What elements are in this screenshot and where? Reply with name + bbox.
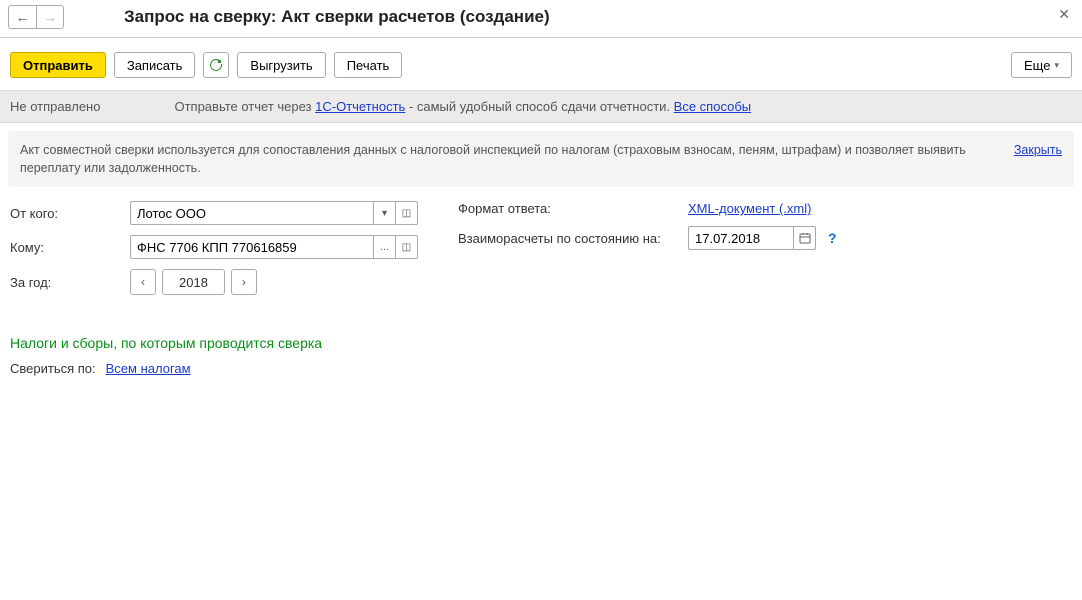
nav-back-button[interactable]: ← xyxy=(8,5,36,29)
form-col-right: Формат ответа: XML-документ (.xml) Взаим… xyxy=(458,201,837,305)
year-value[interactable]: 2018 xyxy=(162,269,225,295)
to-input[interactable] xyxy=(130,235,374,259)
year-nav: ‹ 2018 › xyxy=(130,269,257,295)
status-state: Не отправлено xyxy=(10,99,100,114)
chevron-down-icon: ▾ xyxy=(382,208,387,219)
from-row: От кого: ▾ ◫ xyxy=(10,201,418,225)
ellipsis-icon: … xyxy=(380,242,390,253)
more-button[interactable]: Еще xyxy=(1011,52,1072,78)
window-title: Запрос на сверку: Акт сверки расчетов (с… xyxy=(124,7,550,27)
format-link[interactable]: XML-документ (.xml) xyxy=(688,201,811,216)
to-input-wrap: … ◫ xyxy=(130,235,418,259)
upload-button[interactable]: Выгрузить xyxy=(237,52,325,78)
arrow-right-icon: → xyxy=(43,9,57,25)
year-row: За год: ‹ 2018 › xyxy=(10,269,418,295)
nav-forward-button[interactable]: → xyxy=(36,5,64,29)
to-open-button[interactable]: ◫ xyxy=(396,235,418,259)
filter-label: Свериться по: xyxy=(10,361,96,376)
chevron-right-icon: › xyxy=(242,275,246,289)
year-prev-button[interactable]: ‹ xyxy=(130,269,156,295)
to-label: Кому: xyxy=(10,240,130,255)
send-button[interactable]: Отправить xyxy=(10,52,106,78)
form-area: От кого: ▾ ◫ Кому: … ◫ За год: ‹ 2018 › xyxy=(0,187,1082,319)
print-button[interactable]: Печать xyxy=(334,52,403,78)
from-dropdown-button[interactable]: ▾ xyxy=(374,201,396,225)
to-row: Кому: … ◫ xyxy=(10,235,418,259)
open-icon: ◫ xyxy=(402,208,411,219)
to-select-button[interactable]: … xyxy=(374,235,396,259)
help-icon[interactable]: ? xyxy=(828,230,837,246)
refresh-icon xyxy=(209,58,223,72)
section-title: Налоги и сборы, по которым проводится св… xyxy=(0,319,1082,361)
calendar-icon xyxy=(799,232,811,244)
from-label: От кого: xyxy=(10,206,130,221)
reporting-link[interactable]: 1С-Отчетность xyxy=(315,99,405,114)
save-button[interactable]: Записать xyxy=(114,52,196,78)
from-input-wrap: ▾ ◫ xyxy=(130,201,418,225)
filter-row: Свериться по: Всем налогам xyxy=(0,361,1082,376)
window-header: ← → Запрос на сверку: Акт сверки расчето… xyxy=(0,0,1082,38)
banner-close-link[interactable]: Закрыть xyxy=(994,141,1062,159)
format-label: Формат ответа: xyxy=(458,201,688,216)
all-methods-link[interactable]: Все способы xyxy=(674,99,751,114)
date-label: Взаиморасчеты по состоянию на: xyxy=(458,231,688,246)
date-row: Взаиморасчеты по состоянию на: ? xyxy=(458,226,837,250)
status-bar: Не отправлено Отправьте отчет через 1С-О… xyxy=(0,90,1082,123)
form-col-left: От кого: ▾ ◫ Кому: … ◫ За год: ‹ 2018 › xyxy=(10,201,418,305)
year-label: За год: xyxy=(10,275,130,290)
nav-buttons: ← → xyxy=(8,5,64,29)
chevron-left-icon: ‹ xyxy=(141,275,145,289)
refresh-button[interactable] xyxy=(203,52,229,78)
info-banner: Акт совместной сверки используется для с… xyxy=(8,131,1074,187)
close-icon[interactable]: ✕ xyxy=(1058,6,1070,23)
banner-text: Акт совместной сверки используется для с… xyxy=(20,141,994,177)
status-text: Отправьте отчет через 1С-Отчетность - са… xyxy=(174,99,751,114)
date-input[interactable] xyxy=(688,226,794,250)
toolbar: Отправить Записать Выгрузить Печать Еще xyxy=(0,38,1082,90)
format-row: Формат ответа: XML-документ (.xml) xyxy=(458,201,837,216)
date-calendar-button[interactable] xyxy=(794,226,816,250)
from-open-button[interactable]: ◫ xyxy=(396,201,418,225)
from-input[interactable] xyxy=(130,201,374,225)
arrow-left-icon: ← xyxy=(16,9,30,25)
date-input-wrap xyxy=(688,226,816,250)
year-next-button[interactable]: › xyxy=(231,269,257,295)
open-icon: ◫ xyxy=(402,242,411,253)
filter-link[interactable]: Всем налогам xyxy=(106,361,191,376)
